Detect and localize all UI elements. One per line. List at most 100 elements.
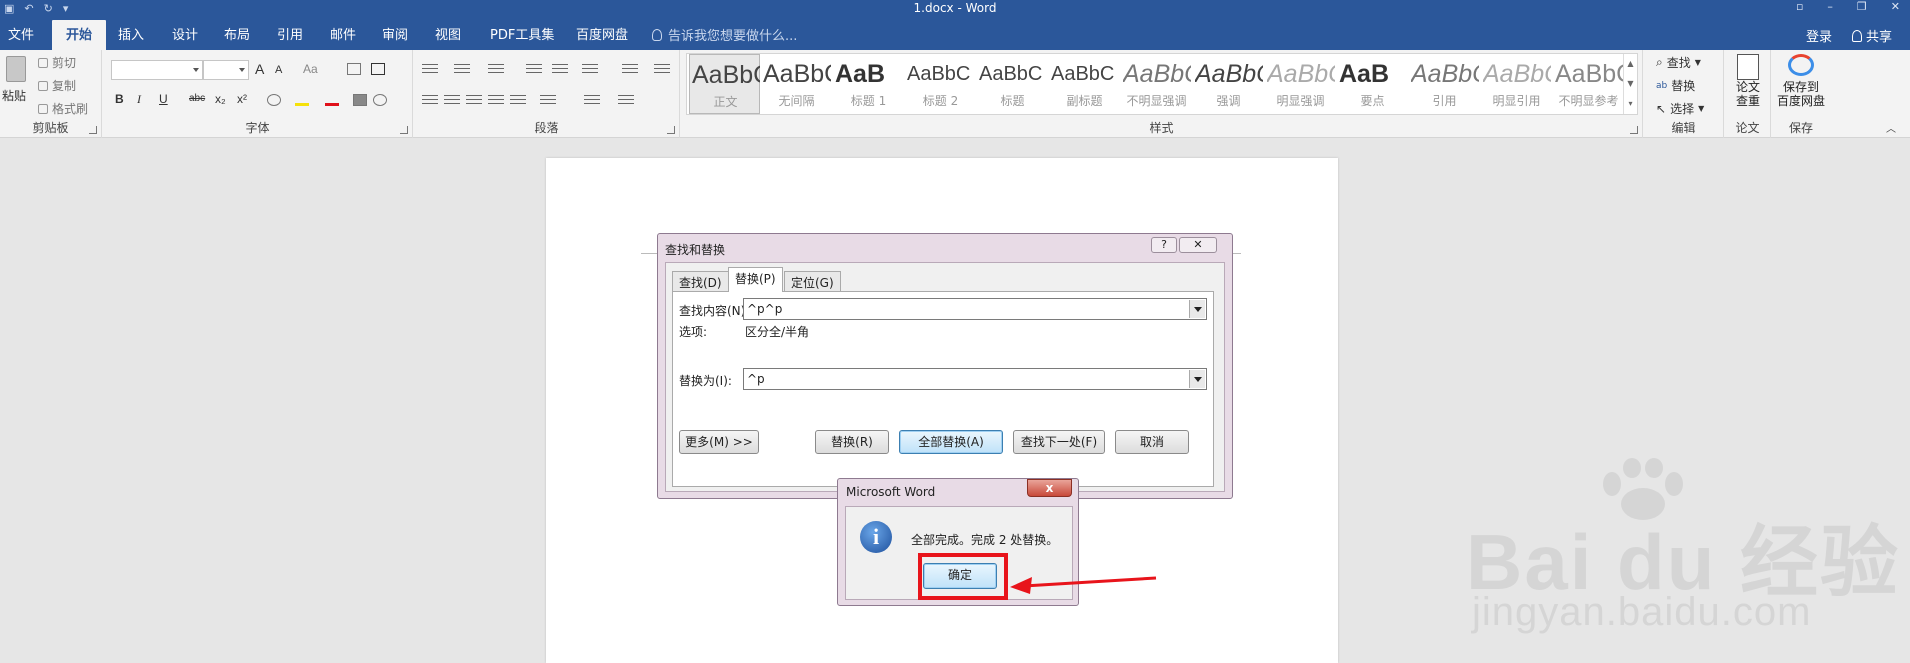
style-subtle-emphasis[interactable]: AaBbCcDd 不明显强调 xyxy=(1121,54,1192,114)
save-to-baidu-button[interactable]: 保存到 百度网盘 xyxy=(1772,54,1830,108)
minimize-icon[interactable]: – xyxy=(1827,0,1833,14)
tell-me-search[interactable]: 告诉我您想要做什么... xyxy=(652,25,797,44)
style-heading-2[interactable]: AaBbC 标题 2 xyxy=(905,54,976,114)
font-launcher-icon[interactable] xyxy=(400,126,408,134)
tab-pdf-tools[interactable]: PDF工具集 xyxy=(490,24,554,43)
tab-view[interactable]: 视图 xyxy=(435,24,461,43)
style-intense-emphasis[interactable]: AaBbCcDd 明显强调 xyxy=(1265,54,1336,114)
char-shading-icon[interactable] xyxy=(353,94,367,106)
select-button[interactable]: ↖ 选择 ▼ xyxy=(1656,100,1704,117)
close-icon[interactable]: ✕ xyxy=(1891,0,1900,14)
enclose-char-icon[interactable] xyxy=(373,94,387,106)
align-center-icon[interactable] xyxy=(444,95,460,107)
tab-replace[interactable]: 替换(P) xyxy=(728,267,783,292)
tab-baidu-netdisk[interactable]: 百度网盘 xyxy=(576,24,628,43)
tab-find[interactable]: 查找(D) xyxy=(672,271,729,291)
chevron-down-icon[interactable] xyxy=(1189,300,1205,318)
collapse-ribbon-icon[interactable]: ︿ xyxy=(1886,120,1896,135)
strikethrough-button[interactable]: abc xyxy=(189,93,205,104)
clipboard-launcher-icon[interactable] xyxy=(89,126,97,134)
clipboard-icon[interactable] xyxy=(6,56,26,82)
italic-button[interactable]: I xyxy=(137,92,141,107)
font-size-combo[interactable] xyxy=(203,60,249,80)
text-effects-icon[interactable] xyxy=(267,94,281,106)
chevron-down-icon[interactable]: ▼ xyxy=(1624,74,1637,94)
style-no-spacing[interactable]: AaBbCcDd 无间隔 xyxy=(761,54,832,114)
tab-goto[interactable]: 定位(G) xyxy=(784,271,841,291)
bold-button[interactable]: B xyxy=(115,92,124,106)
find-what-input[interactable]: ^p^p xyxy=(743,298,1207,320)
multilevel-list-icon[interactable] xyxy=(488,64,504,76)
font-name-combo[interactable] xyxy=(111,60,203,80)
close-button[interactable]: ✕ xyxy=(1179,237,1217,253)
style-intense-quote[interactable]: AaBbCcDd 明显引用 xyxy=(1481,54,1552,114)
tab-insert[interactable]: 插入 xyxy=(118,24,144,43)
more-button[interactable]: 更多(M) >> xyxy=(679,430,759,454)
cancel-button[interactable]: 取消 xyxy=(1115,430,1189,454)
shrink-font-button[interactable]: A xyxy=(275,64,282,76)
login-link[interactable]: 登录 xyxy=(1806,26,1832,45)
font-color-icon[interactable] xyxy=(325,94,339,106)
cut-button[interactable]: 剪切 xyxy=(38,54,76,71)
underline-button[interactable]: U xyxy=(159,92,168,106)
style-emphasis[interactable]: AaBbCcDd 强调 xyxy=(1193,54,1264,114)
tab-layout[interactable]: 布局 xyxy=(224,24,250,43)
justify-icon[interactable] xyxy=(488,95,504,107)
tab-home[interactable]: 开始 xyxy=(52,20,107,50)
styles-launcher-icon[interactable] xyxy=(1630,126,1638,134)
paste-button[interactable]: 粘贴 xyxy=(2,87,26,104)
tab-references[interactable]: 引用 xyxy=(277,24,303,43)
subscript-button[interactable]: x₂ xyxy=(215,92,226,106)
show-marks-icon[interactable] xyxy=(654,64,670,76)
style-strong[interactable]: AaB 要点 xyxy=(1337,54,1408,114)
copy-button[interactable]: 复制 xyxy=(38,77,76,94)
change-case-button[interactable]: Aa xyxy=(303,62,318,76)
format-painter-button[interactable]: 格式刷 xyxy=(38,100,88,117)
numbering-icon[interactable] xyxy=(454,64,470,76)
line-spacing-icon[interactable] xyxy=(540,95,556,107)
grow-font-button[interactable]: A xyxy=(255,61,264,77)
style-heading-1[interactable]: AaB 标题 1 xyxy=(833,54,904,114)
bullets-icon[interactable] xyxy=(422,64,438,76)
style-normal[interactable]: AaBbCcDd 正文 xyxy=(689,54,760,114)
replace-with-input[interactable]: ^p xyxy=(743,368,1207,390)
clear-format-icon[interactable] xyxy=(347,63,361,75)
align-left-icon[interactable] xyxy=(422,95,438,107)
style-quote[interactable]: AaBbCcDd 引用 xyxy=(1409,54,1480,114)
borders-icon[interactable] xyxy=(618,95,634,107)
share-button[interactable]: 共享 xyxy=(1851,26,1892,45)
gallery-scrollbar[interactable]: ▲ ▼ ▾ xyxy=(1623,54,1637,114)
chevron-down-icon[interactable] xyxy=(1189,370,1205,388)
tab-file[interactable]: 文件 xyxy=(8,24,34,43)
help-button[interactable]: ? xyxy=(1151,237,1177,253)
align-right-icon[interactable] xyxy=(466,95,482,107)
chevron-up-icon[interactable]: ▲ xyxy=(1624,54,1637,74)
find-button[interactable]: ⌕ 查找 ▼ xyxy=(1656,54,1701,71)
restore-icon[interactable]: ❐ xyxy=(1857,0,1867,14)
style-subtitle[interactable]: AaBbC 副标题 xyxy=(1049,54,1120,114)
find-next-button[interactable]: 查找下一处(F) xyxy=(1013,430,1105,454)
asian-layout-icon[interactable] xyxy=(582,64,598,76)
superscript-button[interactable]: x² xyxy=(237,92,247,106)
distributed-icon[interactable] xyxy=(510,95,526,107)
shading-icon[interactable] xyxy=(584,95,600,107)
style-title[interactable]: AaBbC 标题 xyxy=(977,54,1048,114)
tab-mailings[interactable]: 邮件 xyxy=(330,24,356,43)
decrease-indent-icon[interactable] xyxy=(526,64,542,76)
style-subtle-reference[interactable]: AaBbCcDd 不明显参考 xyxy=(1553,54,1624,114)
ribbon-display-icon[interactable]: ▫ xyxy=(1796,0,1803,14)
tab-review[interactable]: 审阅 xyxy=(382,24,408,43)
tab-design[interactable]: 设计 xyxy=(172,24,198,43)
highlight-color-icon[interactable] xyxy=(295,94,309,106)
paper-check-button[interactable]: 论文 查重 xyxy=(1725,54,1771,108)
replace-all-button[interactable]: 全部替换(A) xyxy=(899,430,1003,454)
increase-indent-icon[interactable] xyxy=(552,64,568,76)
more-styles-icon[interactable]: ▾ xyxy=(1624,94,1637,114)
char-border-icon[interactable] xyxy=(371,63,385,75)
replace-button[interactable]: 替换(R) xyxy=(815,430,889,454)
paragraph-launcher-icon[interactable] xyxy=(667,126,675,134)
ok-button[interactable]: 确定 xyxy=(923,563,997,589)
close-button[interactable]: x xyxy=(1027,479,1072,497)
replace-button[interactable]: ab 替换 xyxy=(1656,77,1695,94)
sort-icon[interactable] xyxy=(622,64,638,76)
